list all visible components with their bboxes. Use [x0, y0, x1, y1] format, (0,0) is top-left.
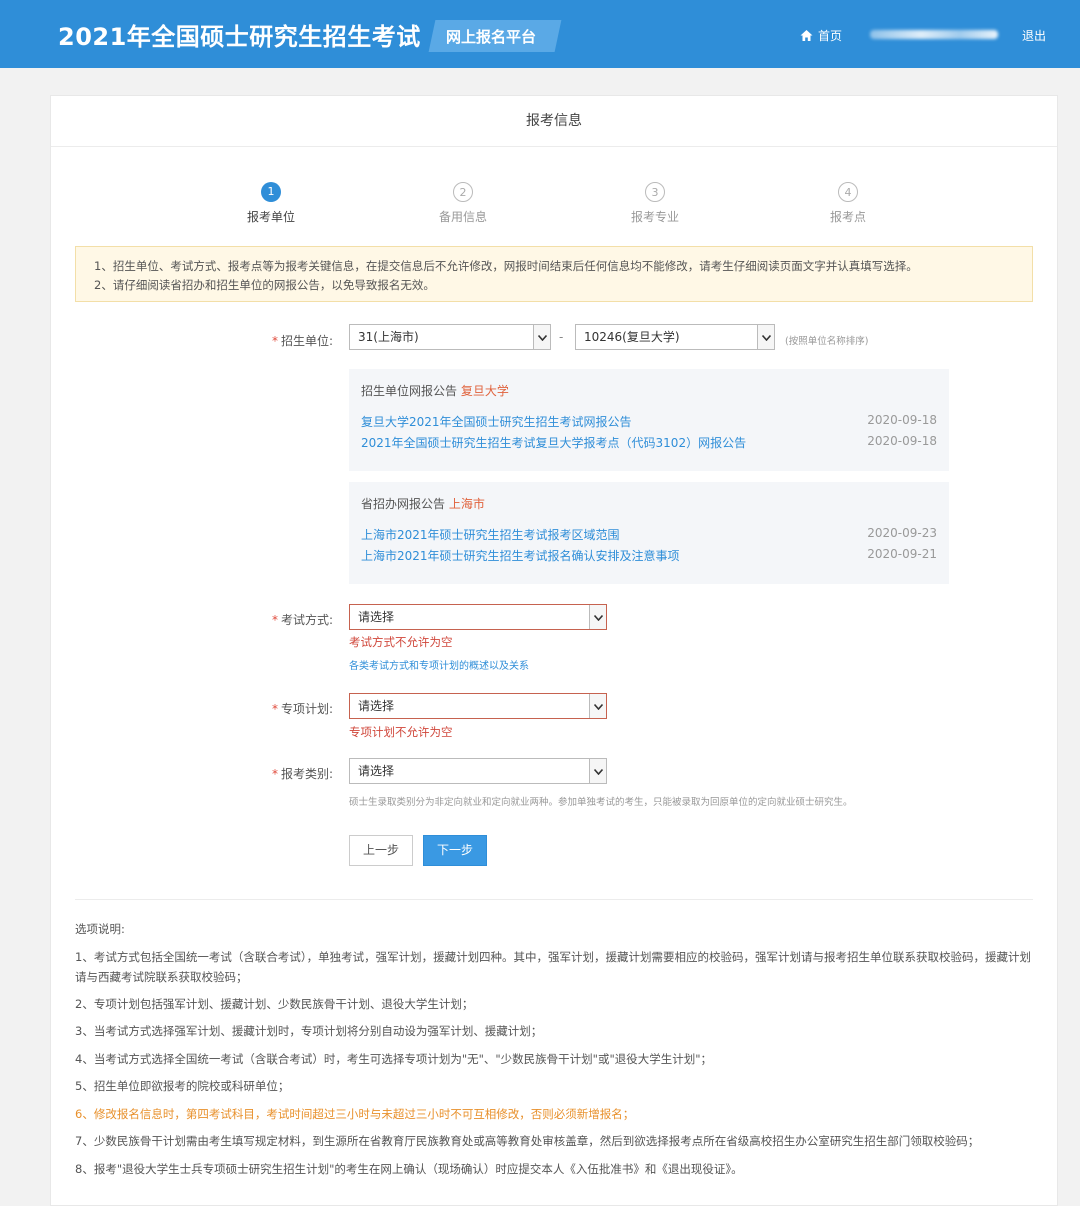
announcement-link[interactable]: 上海市2021年硕士研究生招生考试报名确认安排及注意事项 [361, 549, 680, 563]
step-4-label: 报考点 [829, 210, 866, 224]
school-announcement-title: 招生单位网报公告 复旦大学 [361, 384, 509, 398]
chevron-down-icon [589, 694, 606, 718]
category-select-value: 请选择 [358, 764, 395, 778]
note-item: 5、招生单位即欲报考的院校或科研单位； [75, 1079, 290, 1093]
required-mark: * [271, 767, 278, 781]
category-label-text: 报考类别: [280, 767, 333, 781]
plan-label: * 专项计划: [223, 700, 333, 717]
notice-line-1: 1、招生单位、考试方式、报考点等为报考关键信息，在提交信息后不允许修改，网报时间… [94, 259, 918, 273]
exam-mode-error: 考试方式不允许为空 [349, 635, 453, 649]
school-highlight: 复旦大学 [460, 384, 509, 398]
province-select-value: 31(上海市) [358, 330, 419, 344]
step-indicator: 1 报考单位 2 备用信息 3 报考专业 4 报考点 [51, 182, 1059, 225]
announcement-date: 2020-09-18 [867, 413, 937, 427]
platform-title: 网上报名平台 [446, 28, 537, 46]
home-link-label: 首页 [818, 29, 843, 43]
chevron-down-icon [757, 325, 774, 349]
note-item: 7、少数民族骨干计划需由考生填写规定材料，到生源所在省教育厅民族教育处或高等教育… [75, 1134, 980, 1148]
home-icon [800, 29, 813, 42]
announcement-date: 2020-09-21 [867, 547, 937, 561]
category-label: * 报考类别: [223, 765, 333, 782]
plan-label-text: 专项计划: [280, 702, 333, 716]
main-card: 报考信息 1 报考单位 2 备用信息 3 报考专业 4 报考点 1、招生单位、考… [50, 95, 1058, 1206]
prev-step-button[interactable]: 上一步 [349, 835, 413, 866]
step-3-label: 报考专业 [630, 210, 679, 224]
plan-error: 专项计划不允许为空 [349, 725, 453, 739]
announcement-item[interactable]: 2021年全国硕士研究生招生考试复旦大学报考点（代码3102）网报公告 2020… [361, 434, 937, 455]
school-select[interactable]: 10246(复旦大学) [575, 324, 775, 350]
unit-sort-hint: (按照单位名称排序) [785, 336, 869, 347]
card-title: 报考信息 [51, 96, 1057, 147]
note-item: 1、考试方式包括全国统一考试（含联合考试），单独考试，强军计划，援藏计划四种。其… [75, 949, 1032, 984]
announcement-link[interactable]: 2021年全国硕士研究生招生考试复旦大学报考点（代码3102）网报公告 [361, 436, 746, 450]
exam-mode-label: * 考试方式: [223, 611, 333, 628]
username-redacted [870, 30, 998, 39]
announcement-link[interactable]: 复旦大学2021年全国硕士研究生招生考试网报公告 [361, 415, 632, 429]
announcement-item[interactable]: 上海市2021年硕士研究生招生考试报考区域范围 2020-09-23 [361, 526, 937, 547]
announcement-date: 2020-09-23 [867, 526, 937, 540]
site-title: 2021年全国硕士研究生招生考试 [58, 23, 421, 51]
province-announcement-box: 省招办网报公告 上海市 上海市2021年硕士研究生招生考试报考区域范围 2020… [349, 482, 949, 584]
required-mark: * [271, 613, 278, 627]
next-step-button[interactable]: 下一步 [423, 835, 487, 866]
step-4-number: 4 [838, 182, 858, 202]
chevron-down-icon [589, 605, 606, 629]
exam-mode-label-text: 考试方式: [280, 613, 333, 627]
step-3: 3 报考专业 [595, 182, 715, 225]
required-mark: * [271, 702, 278, 716]
chevron-down-icon [533, 325, 550, 349]
notice-line-2: 2、请仔细阅读省招办和招生单位的网报公告，以免导致报名无效。 [94, 278, 435, 292]
school-announcement-box: 招生单位网报公告 复旦大学 复旦大学2021年全国硕士研究生招生考试网报公告 2… [349, 369, 949, 471]
chevron-down-icon [589, 759, 606, 783]
province-highlight: 上海市 [448, 497, 485, 511]
step-2-number: 2 [453, 182, 473, 202]
exam-mode-info-link[interactable]: 各类考试方式和专项计划的概述以及关系 [349, 657, 529, 672]
note-item: 4、当考试方式选择全国统一考试（含联合考试）时，考生可选择专项计划为"无"、"少… [75, 1051, 713, 1066]
exam-mode-select-value: 请选择 [358, 610, 395, 624]
top-header-bar: 2021年全国硕士研究生招生考试 网上报名平台 首页 退出 [0, 0, 1080, 68]
note-item: 2、专项计划包括强军计划、援藏计划、少数民族骨干计划、退役大学生计划； [75, 996, 474, 1011]
category-select[interactable]: 请选择 [349, 758, 607, 784]
exam-mode-select[interactable]: 请选择 [349, 604, 607, 630]
province-announcement-title: 省招办网报公告 上海市 [361, 497, 485, 511]
school-select-value: 10246(复旦大学) [584, 330, 680, 344]
announcement-item[interactable]: 复旦大学2021年全国硕士研究生招生考试网报公告 2020-09-18 [361, 413, 937, 434]
required-mark: * [271, 334, 278, 348]
option-notes: 选项说明: 1、考试方式包括全国统一考试（含联合考试），单独考试，强军计划，援藏… [75, 916, 1035, 1183]
home-link[interactable]: 首页 [800, 27, 842, 44]
unit-label-text: 招生单位: [280, 334, 333, 348]
step-2: 2 备用信息 [403, 182, 523, 225]
note-item: 8、报考"退役大学生士兵专项硕士研究生招生计划"的考生在网上确认（现场确认）时应… [75, 1161, 743, 1176]
divider [75, 899, 1033, 900]
plan-select[interactable]: 请选择 [349, 693, 607, 719]
step-1-number: 1 [261, 182, 281, 202]
notes-title: 选项说明: [75, 922, 125, 936]
announcement-link[interactable]: 上海市2021年硕士研究生招生考试报考区域范围 [361, 528, 620, 542]
step-3-number: 3 [645, 182, 665, 202]
separator-dash: - [559, 330, 564, 344]
notice-box: 1、招生单位、考试方式、报考点等为报考关键信息，在提交信息后不允许修改，网报时间… [75, 246, 1033, 302]
province-select[interactable]: 31(上海市) [349, 324, 551, 350]
announcement-date: 2020-09-18 [867, 434, 937, 448]
unit-label: * 招生单位: [223, 332, 333, 349]
step-4: 4 报考点 [788, 182, 908, 225]
note-item: 3、当考试方式选择强军计划、援藏计划时，专项计划将分别自动设为强军计划、援藏计划… [75, 1024, 543, 1038]
plan-select-value: 请选择 [358, 699, 395, 713]
note-item-warning: 6、修改报名信息时，第四考试科目，考试时间超过三小时与未超过三小时不可互相修改，… [75, 1106, 635, 1121]
category-hint: 硕士生录取类别分为非定向就业和定向就业两种。参加单独考试的考生，只能被录取为回原… [349, 797, 853, 808]
announcement-item[interactable]: 上海市2021年硕士研究生招生考试报名确认安排及注意事项 2020-09-21 [361, 547, 937, 568]
step-2-label: 备用信息 [438, 210, 487, 224]
logout-link[interactable]: 退出 [1022, 27, 1046, 44]
step-1: 1 报考单位 [211, 182, 331, 225]
step-1-label: 报考单位 [246, 210, 295, 224]
